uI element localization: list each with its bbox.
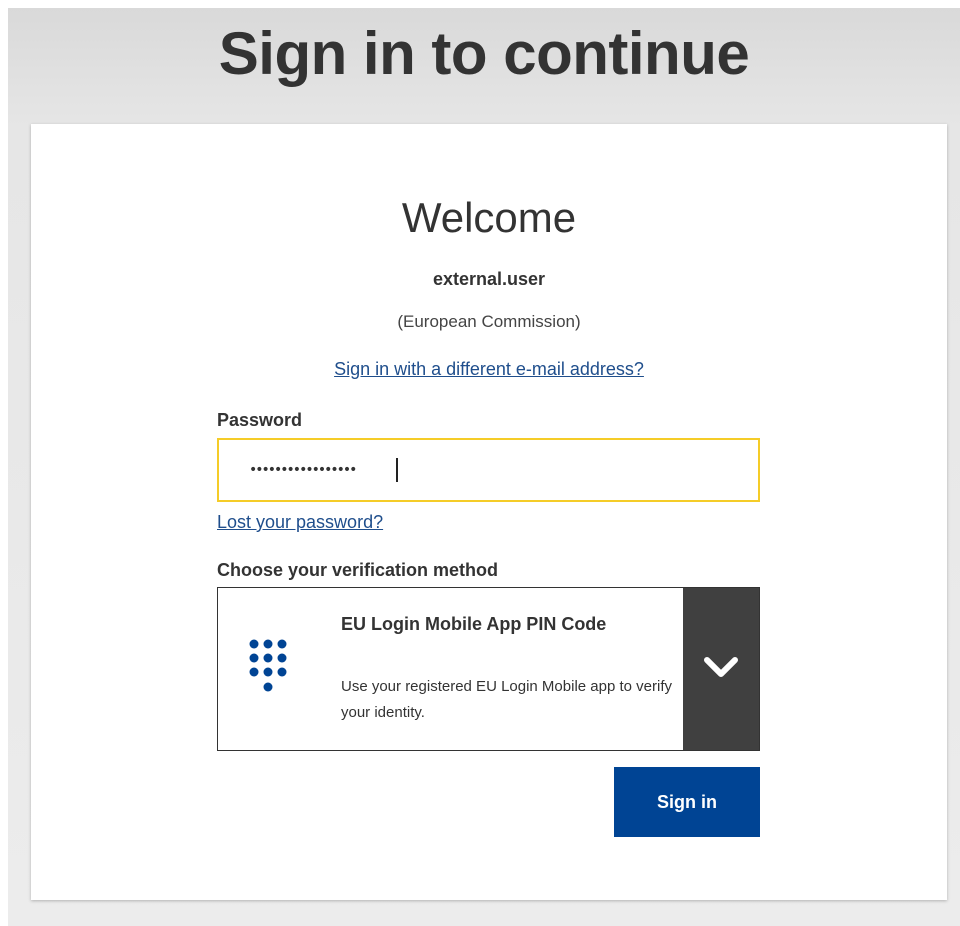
chevron-down-icon (704, 657, 738, 677)
keypad-icon (249, 639, 287, 692)
different-email-row: Sign in with a different e-mail address? (31, 359, 947, 380)
password-input[interactable] (249, 440, 729, 500)
login-card: Welcome external.user (European Commissi… (31, 124, 947, 900)
password-field[interactable] (217, 438, 760, 502)
dropdown-toggle-button[interactable] (683, 588, 759, 750)
lost-password-link[interactable]: Lost your password? (217, 512, 383, 532)
different-email-link[interactable]: Sign in with a different e-mail address? (334, 359, 644, 379)
method-description: Use your registered EU Login Mobile app … (341, 678, 672, 721)
lost-password-row: Lost your password? (217, 512, 383, 533)
text-caret (396, 458, 398, 482)
organisation-text: (European Commission) (397, 312, 581, 331)
password-label: Password (217, 410, 303, 430)
username-text: external.user (432, 269, 546, 289)
sign-in-button[interactable]: Sign in (614, 767, 760, 837)
verification-method-select[interactable]: EU Login Mobile App PIN Code Use your re… (217, 587, 760, 751)
welcome-heading: Welcome (401, 194, 577, 241)
verification-label: Choose your verification method (217, 560, 499, 580)
method-title: EU Login Mobile App PIN Code (341, 614, 607, 634)
page-title: Sign in to continue (218, 20, 750, 87)
